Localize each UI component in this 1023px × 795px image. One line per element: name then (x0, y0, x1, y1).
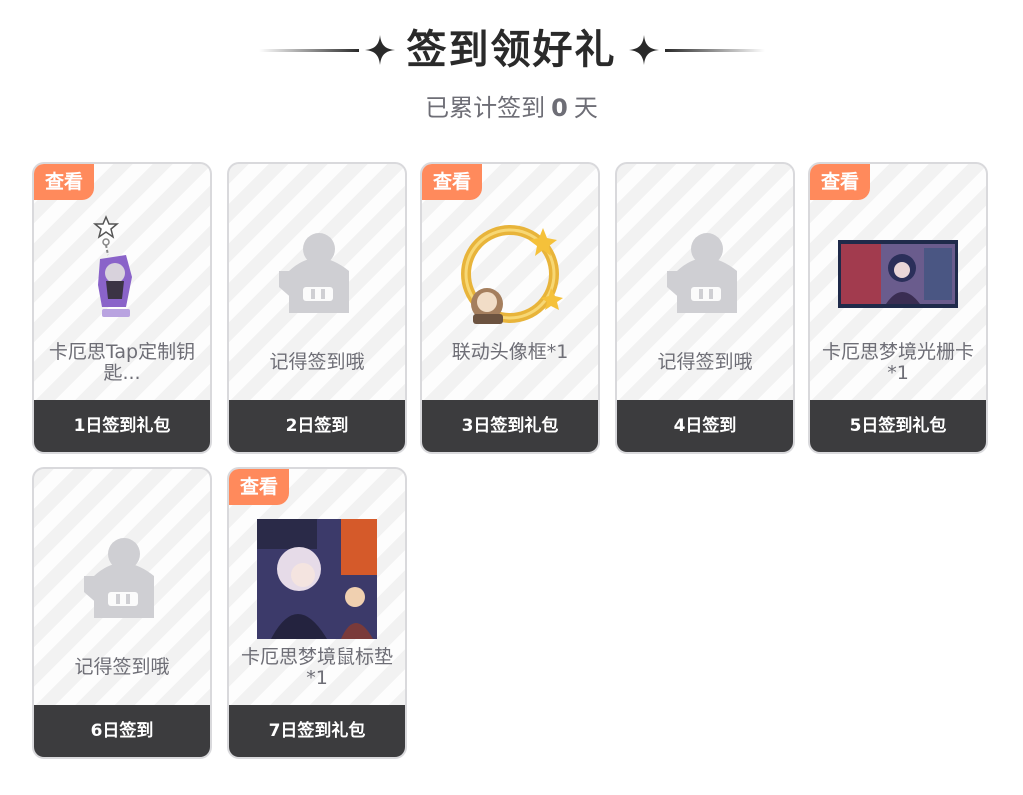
reward-card-day-4[interactable]: 记得签到哦 4日签到 (615, 162, 795, 454)
view-badge[interactable]: 查看 (229, 469, 289, 505)
day-label: 1日签到礼包 (34, 400, 210, 452)
day-label: 5日签到礼包 (810, 400, 986, 452)
reward-name: 卡厄思Tap定制钥匙... (48, 341, 196, 384)
sign-in-counter: 已累计签到 0 天 (0, 88, 1023, 128)
reward-card-day-2[interactable]: 记得签到哦 2日签到 (227, 162, 407, 454)
day-label: 3日签到礼包 (422, 400, 598, 452)
reward-name: 卡厄思梦境光栅卡*1 (821, 341, 974, 384)
counter-value: 0 (551, 94, 568, 122)
counter-suffix: 天 (573, 94, 598, 122)
view-badge[interactable]: 查看 (810, 164, 870, 200)
lenticular-card-icon (810, 204, 986, 344)
title-row: 签到领好礼 (0, 22, 1023, 78)
reward-name: 记得签到哦 (269, 351, 365, 373)
day-label: 6日签到 (34, 705, 210, 757)
acrylic-keychain-icon (34, 204, 210, 344)
counter-prefix: 已累计签到 (425, 94, 546, 122)
avatar-frame-icon (422, 204, 598, 344)
day-label: 4日签到 (617, 400, 793, 452)
title-line-right (664, 48, 765, 52)
title-line-left (258, 48, 359, 52)
reward-name: 卡厄思梦境鼠标垫*1 (240, 646, 393, 689)
sparkle-icon (628, 35, 659, 65)
reward-card-day-1[interactable]: 查看 卡厄思Tap定制钥匙... 1日签到礼包 (32, 162, 212, 454)
view-badge[interactable]: 查看 (34, 164, 94, 200)
sign-in-panel: 签到领好礼 已累计签到0天 查看 卡厄思Tap定制钥匙... 1日签到礼包 (0, 0, 1023, 795)
reward-card-day-7[interactable]: 查看 卡厄思梦境鼠标垫*1 7日签到礼包 (227, 467, 407, 759)
reward-name: 记得签到哦 (657, 351, 753, 373)
view-badge[interactable]: 查看 (422, 164, 482, 200)
reward-card-day-6[interactable]: 记得签到哦 6日签到 (32, 467, 212, 759)
mousepad-icon (229, 509, 405, 649)
reward-card-day-3[interactable]: 查看 联动头像框*1 3日签到礼包 (420, 162, 600, 454)
placeholder-mascot-icon (229, 204, 405, 344)
sparkle-icon (364, 35, 395, 65)
page-title: 签到领好礼 (406, 27, 617, 73)
reward-name: 联动头像框*1 (451, 341, 569, 363)
day-label: 2日签到 (229, 400, 405, 452)
placeholder-mascot-icon (34, 509, 210, 649)
placeholder-mascot-icon (617, 204, 793, 344)
day-label: 7日签到礼包 (229, 705, 405, 757)
reward-name: 记得签到哦 (74, 656, 170, 678)
reward-card-day-5[interactable]: 查看 卡厄思梦境光栅卡*1 5日签到礼包 (808, 162, 988, 454)
